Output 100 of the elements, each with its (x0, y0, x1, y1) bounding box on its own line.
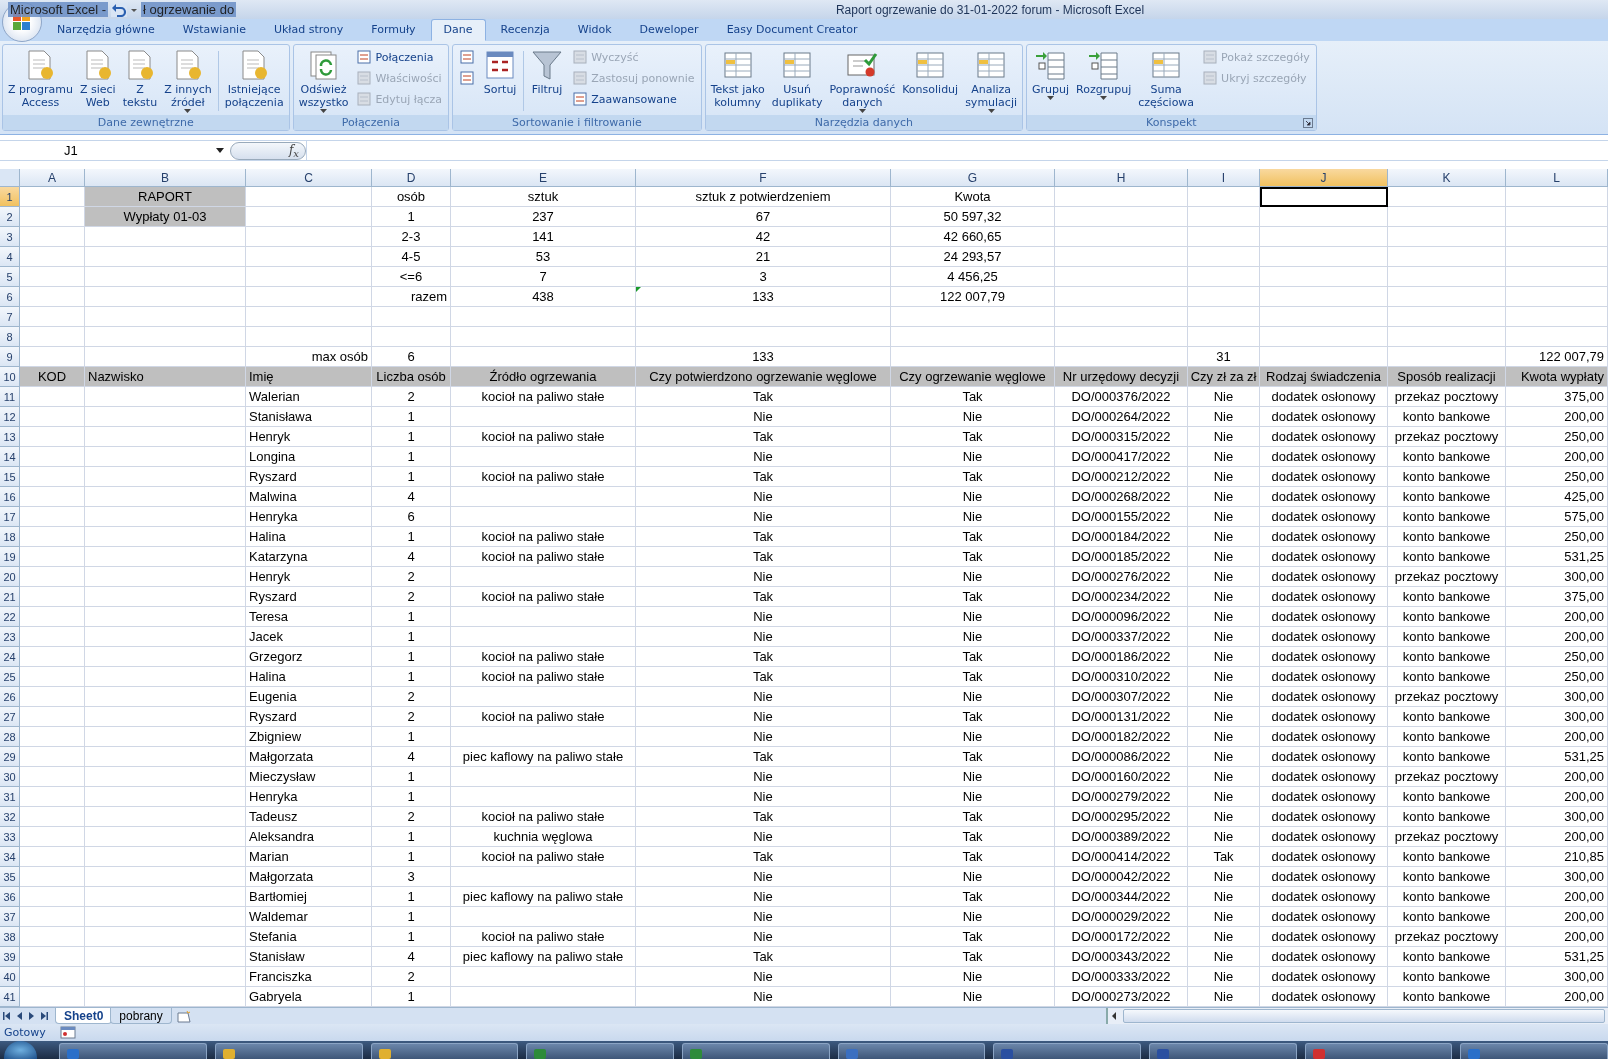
ribbon-button[interactable]: Grupuj (1029, 47, 1073, 103)
row-header[interactable]: 31 (0, 787, 20, 808)
ribbon-button[interactable]: Tekst jako kolumny (707, 47, 768, 111)
taskbar-button[interactable] (682, 1043, 830, 1059)
row-header[interactable]: 33 (0, 827, 20, 848)
row-header[interactable]: 20 (0, 567, 20, 588)
row-header[interactable]: 32 (0, 807, 20, 828)
ribbon-tab[interactable]: Dane (430, 19, 486, 42)
row-header[interactable]: 9 (0, 347, 20, 368)
ribbon-tab[interactable]: Formuły (358, 19, 429, 42)
start-button[interactable] (4, 1041, 38, 1059)
row-header[interactable]: 15 (0, 467, 20, 488)
row-header[interactable]: 1 (0, 187, 20, 208)
function-button[interactable]: f$_{x}$ (230, 141, 306, 160)
row-header[interactable]: 3 (0, 227, 20, 248)
taskbar-button[interactable] (1149, 1043, 1297, 1059)
undo-icon[interactable] (111, 2, 128, 17)
row-header[interactable]: 5 (0, 267, 20, 288)
row-header[interactable]: 36 (0, 887, 20, 908)
ribbon-tab[interactable]: Wstawianie (169, 19, 259, 42)
ribbon-button[interactable]: Z sieci Web (76, 47, 119, 111)
sheet-nav-icon[interactable] (2, 1010, 13, 1023)
column-header[interactable]: K (1388, 169, 1506, 188)
row-header[interactable]: 40 (0, 967, 20, 988)
column-header[interactable]: F (636, 169, 891, 188)
macro-record-icon[interactable] (59, 1026, 76, 1040)
row-header[interactable]: 37 (0, 907, 20, 928)
row-header[interactable]: 24 (0, 647, 20, 668)
ribbon-button[interactable]: Z tekstu (119, 47, 161, 111)
ribbon-button[interactable]: Połączenia (354, 47, 445, 68)
error-indicator-icon[interactable] (636, 287, 641, 293)
row-header[interactable]: 34 (0, 847, 20, 868)
ribbon-button[interactable]: Istniejące połączenia (221, 47, 287, 111)
row-header[interactable]: 17 (0, 507, 20, 528)
row-header[interactable]: 11 (0, 387, 20, 408)
ribbon-button[interactable]: Z programu Access (5, 47, 76, 111)
column-header[interactable]: I (1188, 169, 1260, 188)
column-header[interactable]: J (1260, 169, 1388, 188)
row-header[interactable]: 10 (0, 367, 20, 388)
ribbon-button[interactable]: Z innych źródeł (161, 47, 215, 116)
ribbon-tab[interactable]: Easy Document Creator (713, 19, 871, 42)
row-header[interactable]: 8 (0, 327, 20, 348)
column-header[interactable]: D (372, 169, 451, 188)
ribbon-button[interactable]: Poprawność danych (826, 47, 899, 116)
ribbon-button[interactable]: Usuń duplikaty (768, 47, 826, 111)
column-header[interactable]: E (451, 169, 636, 188)
ribbon-tab[interactable]: Układ strony (260, 19, 357, 42)
ribbon-tab[interactable]: Deweloper (626, 19, 712, 42)
taskbar-button[interactable] (1460, 1043, 1608, 1059)
taskbar-button[interactable] (837, 1043, 986, 1059)
row-header[interactable]: 12 (0, 407, 20, 428)
ribbon-tab[interactable]: Widok (564, 19, 625, 42)
row-header[interactable]: 14 (0, 447, 20, 468)
row-header[interactable]: 27 (0, 707, 20, 728)
taskbar-button[interactable] (993, 1043, 1142, 1059)
ribbon-tab[interactable]: Recenzja (487, 19, 563, 42)
taskbar-button[interactable] (370, 1043, 519, 1059)
scroll-thumb[interactable] (1122, 1009, 1605, 1024)
insert-sheet-icon[interactable] (175, 1009, 192, 1023)
row-header[interactable]: 28 (0, 727, 20, 748)
column-header[interactable]: L (1506, 169, 1608, 188)
ribbon-tab[interactable]: Narzędzia główne (44, 19, 168, 42)
taskbar-button[interactable] (215, 1043, 363, 1059)
row-header[interactable]: 22 (0, 607, 20, 628)
column-header[interactable]: H (1055, 169, 1188, 188)
taskbar-button[interactable] (526, 1043, 675, 1059)
taskbar-button[interactable] (59, 1043, 208, 1059)
row-header[interactable]: 29 (0, 747, 20, 768)
row-header[interactable]: 38 (0, 927, 20, 948)
row-header[interactable]: 39 (0, 947, 20, 968)
ribbon-button[interactable]: Sortuj (480, 47, 521, 98)
row-header[interactable]: 23 (0, 627, 20, 648)
ribbon-button[interactable]: Analiza symulacji (962, 47, 1021, 116)
row-header[interactable]: 4 (0, 247, 20, 268)
sheet-tab[interactable]: pobrany (110, 1008, 172, 1025)
row-header[interactable]: 41 (0, 987, 20, 1008)
ribbon-button[interactable]: Suma częściowa (1135, 47, 1198, 111)
select-all-button[interactable] (0, 169, 20, 188)
row-header[interactable]: 16 (0, 487, 20, 508)
ribbon-button[interactable]: Konsoliduj (899, 47, 962, 98)
name-box[interactable]: J1 (0, 143, 230, 159)
ribbon-button[interactable]: Rozgrupuj (1073, 47, 1135, 103)
row-header[interactable]: 25 (0, 667, 20, 688)
column-header[interactable]: C (246, 169, 372, 188)
row-header[interactable]: 6 (0, 287, 20, 308)
row-header[interactable]: 13 (0, 427, 20, 448)
ribbon-button[interactable]: Zaawansowane (570, 89, 697, 110)
row-header[interactable]: 19 (0, 547, 20, 568)
row-header[interactable]: 26 (0, 687, 20, 708)
row-header[interactable]: 30 (0, 767, 20, 788)
row-header[interactable]: 35 (0, 867, 20, 888)
dialog-launcher-icon[interactable] (1302, 118, 1313, 129)
row-header[interactable]: 18 (0, 527, 20, 548)
row-header[interactable]: 21 (0, 587, 20, 608)
column-header[interactable]: G (891, 169, 1055, 188)
horizontal-scrollbar[interactable] (1105, 1008, 1608, 1025)
column-header[interactable]: B (85, 169, 246, 188)
row-header[interactable]: 7 (0, 307, 20, 328)
column-header[interactable]: A (20, 169, 85, 188)
taskbar-button[interactable] (1304, 1043, 1453, 1059)
